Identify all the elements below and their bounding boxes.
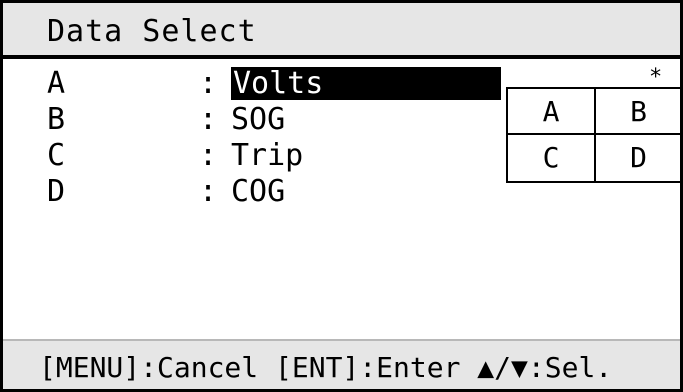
page-title: Data Select: [47, 14, 257, 49]
key-hint-text: [MENU]:Cancel [ENT]:Enter ▲/▼:Sel.: [39, 351, 613, 384]
row-letter: D: [47, 174, 66, 209]
grid-cell-b: B: [596, 89, 681, 135]
grid-cell-d: D: [630, 141, 647, 174]
row-value-selected[interactable]: Volts: [231, 67, 501, 100]
grid-cell-c: C: [508, 135, 596, 181]
asterisk-marker: *: [649, 65, 663, 90]
row-letter: C: [47, 138, 66, 173]
row-value[interactable]: COG: [231, 175, 285, 208]
row-colon: :: [199, 102, 218, 137]
title-bar: Data Select: [3, 3, 680, 59]
layout-preview-grid: A B C D: [506, 87, 683, 183]
grid-cell-a: A: [508, 89, 596, 135]
row-colon: :: [199, 138, 218, 173]
row-colon: :: [199, 174, 218, 209]
row-value[interactable]: Trip: [231, 139, 303, 172]
data-select-screen: Data Select A : Volts B : SOG C : Trip D…: [0, 0, 683, 392]
row-colon: :: [199, 66, 218, 101]
footer-hint-bar: [MENU]:Cancel [ENT]:Enter ▲/▼:Sel.: [3, 339, 680, 389]
row-letter: A: [47, 66, 66, 101]
row-letter: B: [47, 102, 66, 137]
row-value[interactable]: SOG: [231, 103, 285, 136]
